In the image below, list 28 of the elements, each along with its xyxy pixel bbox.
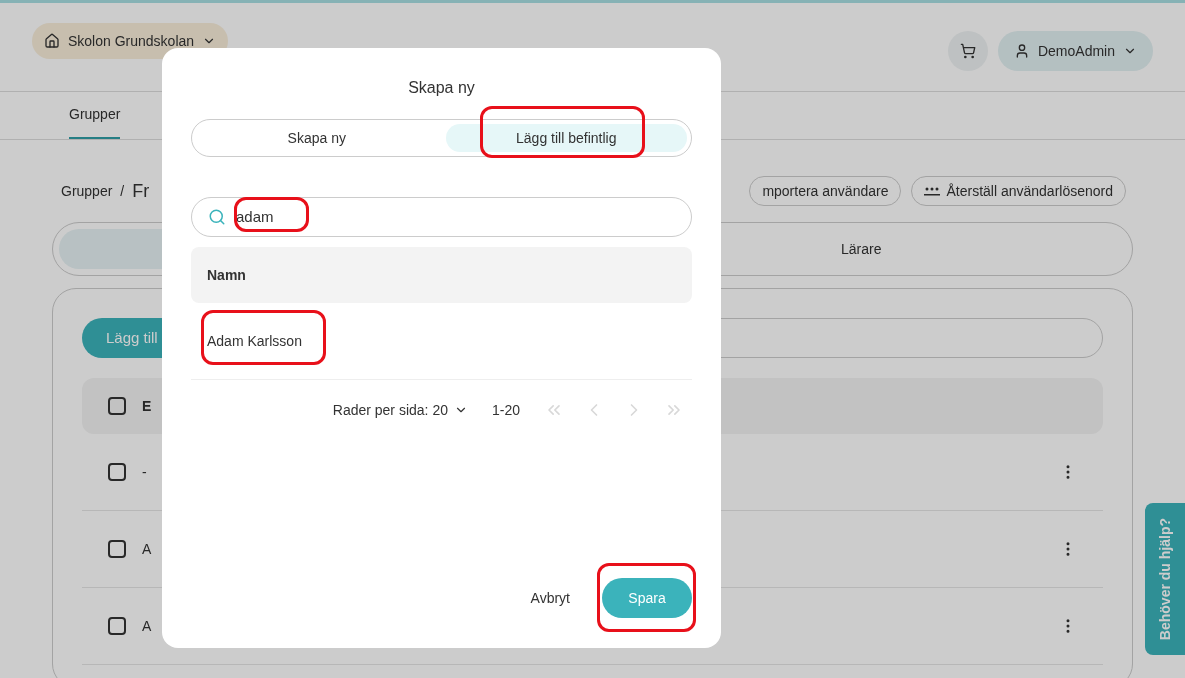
- checkbox[interactable]: [108, 463, 126, 481]
- user-menu[interactable]: DemoAdmin: [997, 31, 1153, 71]
- password-icon: [924, 186, 941, 196]
- breadcrumb-item: Fr: [132, 179, 150, 203]
- page-range: 1-20: [491, 400, 520, 420]
- breadcrumb-item: /: [120, 181, 125, 201]
- checkbox[interactable]: [108, 540, 126, 558]
- home-icon: [44, 33, 60, 49]
- breadcrumb-item[interactable]: Grupper: [61, 180, 113, 202]
- cancel-button[interactable]: Avbryt: [522, 578, 578, 618]
- rows-per-page-select[interactable]: Rader per sida: 20: [332, 399, 468, 421]
- dialog-title: Skapa ny: [407, 78, 476, 98]
- table-cell-text: A: [142, 616, 153, 636]
- school-name: Skolon Grundskolan: [68, 31, 195, 51]
- cart-button[interactable]: [947, 31, 988, 71]
- table-cell-text: A: [142, 539, 153, 559]
- cart-icon: [959, 43, 976, 59]
- checkbox[interactable]: [108, 617, 126, 635]
- table-cell-text: -: [142, 462, 148, 482]
- dialog-tab[interactable]: Skapa ny: [196, 124, 438, 152]
- checkbox[interactable]: [108, 397, 126, 415]
- school-selector[interactable]: Skolon Grundskolan: [32, 23, 229, 59]
- nav-tab[interactable]: Grupper: [69, 104, 121, 139]
- dialog-tab[interactable]: Lägg till befintlig: [445, 124, 687, 152]
- column-header: Namn: [207, 265, 246, 285]
- table-cell[interactable]: Adam Karlsson: [207, 330, 302, 352]
- search-icon: [208, 208, 226, 226]
- column-header: E: [142, 396, 152, 416]
